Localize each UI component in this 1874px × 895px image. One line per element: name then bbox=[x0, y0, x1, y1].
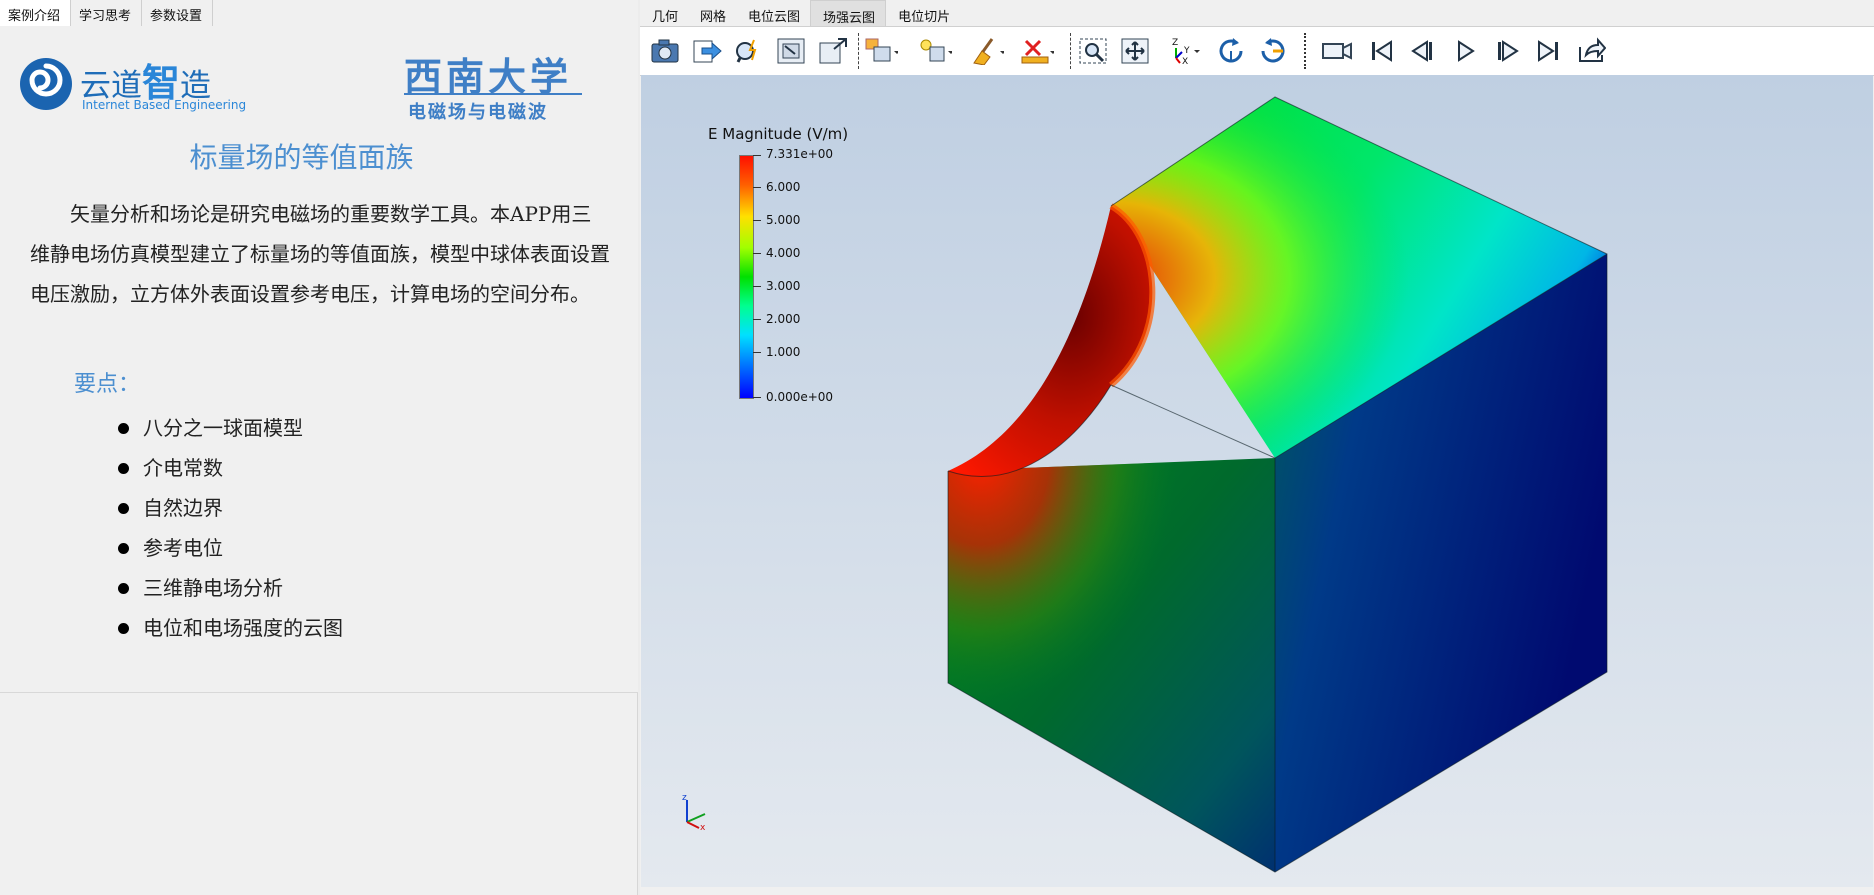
tab-potential-slice[interactable]: 电位切片 bbox=[886, 0, 960, 26]
viewer-panel: 几何 网格 电位云图 场强云图 电位切片 ZYX E Magnitude (V/… bbox=[640, 0, 1874, 895]
key-point-text: 自然边界 bbox=[143, 496, 223, 520]
fit-view-icon[interactable] bbox=[774, 35, 808, 67]
rotate-ccw-icon[interactable] bbox=[1256, 35, 1290, 67]
logo-tagline: Internet Based Engineering bbox=[82, 98, 247, 112]
zoom-box-icon[interactable] bbox=[1076, 35, 1110, 67]
bullet-icon bbox=[118, 502, 129, 514]
play-icon[interactable] bbox=[1448, 35, 1482, 67]
key-point-text: 三维静电场分析 bbox=[143, 576, 283, 600]
key-points-list: 八分之一球面模型 介电常数 自然边界 参考电位 三维静电场分析 电位和电场强度的… bbox=[118, 408, 343, 648]
pan-icon[interactable] bbox=[1118, 35, 1152, 67]
query-icon[interactable] bbox=[732, 35, 766, 67]
axes-orient-icon[interactable]: ZYX bbox=[1166, 35, 1200, 67]
bullet-icon bbox=[118, 622, 129, 634]
field-model-render bbox=[947, 96, 1608, 873]
axes-triad-icon: z x bbox=[682, 793, 706, 832]
key-point-text: 电位和电场强度的云图 bbox=[143, 616, 343, 640]
tab-potential-contour[interactable]: 电位云图 bbox=[736, 0, 810, 26]
camera-icon[interactable] bbox=[1320, 35, 1354, 67]
tab-case-intro[interactable]: 案例介绍 bbox=[0, 0, 72, 26]
swu-divider bbox=[404, 93, 582, 95]
tab-study-questions[interactable]: 学习思考 bbox=[71, 0, 143, 26]
toolbar-separator bbox=[858, 33, 860, 69]
bullet-icon bbox=[118, 462, 129, 474]
bullet-icon bbox=[118, 582, 129, 594]
toolbar-separator bbox=[1304, 33, 1307, 69]
intro-paragraph: 矢量分析和场论是研究电磁场的重要数学工具。本APP用三维静电场仿真模型建立了标量… bbox=[30, 202, 610, 306]
reset-view-icon[interactable] bbox=[816, 35, 850, 67]
axis-z-label: z bbox=[682, 793, 687, 803]
list-item: 自然边界 bbox=[118, 488, 343, 528]
page-title: 标量场的等值面族 bbox=[189, 141, 414, 174]
3d-viewport[interactable]: E Magnitude (V/m) 7.331e+00 6.000 5.000 … bbox=[641, 75, 1873, 887]
svg-text:X: X bbox=[1182, 57, 1188, 66]
svg-text:Y: Y bbox=[1183, 46, 1190, 56]
tab-mesh[interactable]: 网格 bbox=[688, 0, 736, 26]
bullet-icon bbox=[118, 542, 129, 554]
tab-parameters[interactable]: 参数设置 bbox=[142, 0, 214, 26]
screenshot-icon[interactable] bbox=[648, 35, 682, 67]
left-panel: 案例介绍 学习思考 参数设置 云道智造 Internet Based Engin… bbox=[0, 0, 638, 895]
rotate-cw-icon[interactable] bbox=[1214, 35, 1248, 67]
delete-measure-icon[interactable] bbox=[1020, 35, 1054, 67]
swu-subtitle: 电磁场与电磁波 bbox=[408, 102, 548, 123]
first-frame-icon[interactable] bbox=[1364, 35, 1398, 67]
list-item: 参考电位 bbox=[118, 528, 343, 568]
svg-text:Z: Z bbox=[1172, 38, 1178, 48]
key-point-text: 八分之一球面模型 bbox=[143, 416, 303, 440]
key-points-heading: 要点： bbox=[74, 372, 141, 397]
viewer-toolbar: ZYX bbox=[640, 26, 1874, 76]
key-point-text: 参考电位 bbox=[143, 536, 223, 560]
last-frame-icon[interactable] bbox=[1532, 35, 1566, 67]
swu-logo: 西南大学 电磁场与电磁波 bbox=[400, 46, 590, 126]
list-item: 介电常数 bbox=[118, 448, 343, 488]
list-item: 电位和电场强度的云图 bbox=[118, 608, 343, 648]
list-item: 八分之一球面模型 bbox=[118, 408, 343, 448]
tab-field-contour[interactable]: 场强云图 bbox=[810, 0, 887, 27]
key-point-text: 介电常数 bbox=[143, 456, 223, 480]
tab-geometry[interactable]: 几何 bbox=[640, 0, 688, 26]
bullet-icon bbox=[118, 422, 129, 434]
prev-frame-icon[interactable] bbox=[1406, 35, 1440, 67]
next-frame-icon[interactable] bbox=[1490, 35, 1524, 67]
toolbar-separator bbox=[1070, 33, 1072, 69]
axis-x-label: x bbox=[700, 823, 706, 832]
clear-icon[interactable] bbox=[970, 35, 1004, 67]
viewer-tab-bar: 几何 网格 电位云图 场强云图 电位切片 bbox=[640, 0, 960, 27]
light-icon[interactable] bbox=[918, 35, 952, 67]
list-item: 三维静电场分析 bbox=[118, 568, 343, 608]
box-select-icon[interactable] bbox=[864, 35, 898, 67]
export-icon[interactable] bbox=[690, 35, 724, 67]
export-animation-icon[interactable] bbox=[1574, 35, 1608, 67]
left-tab-bar: 案例介绍 学习思考 参数设置 bbox=[0, 0, 638, 27]
yundao-logo: 云道智造 Internet Based Engineering bbox=[18, 46, 248, 116]
